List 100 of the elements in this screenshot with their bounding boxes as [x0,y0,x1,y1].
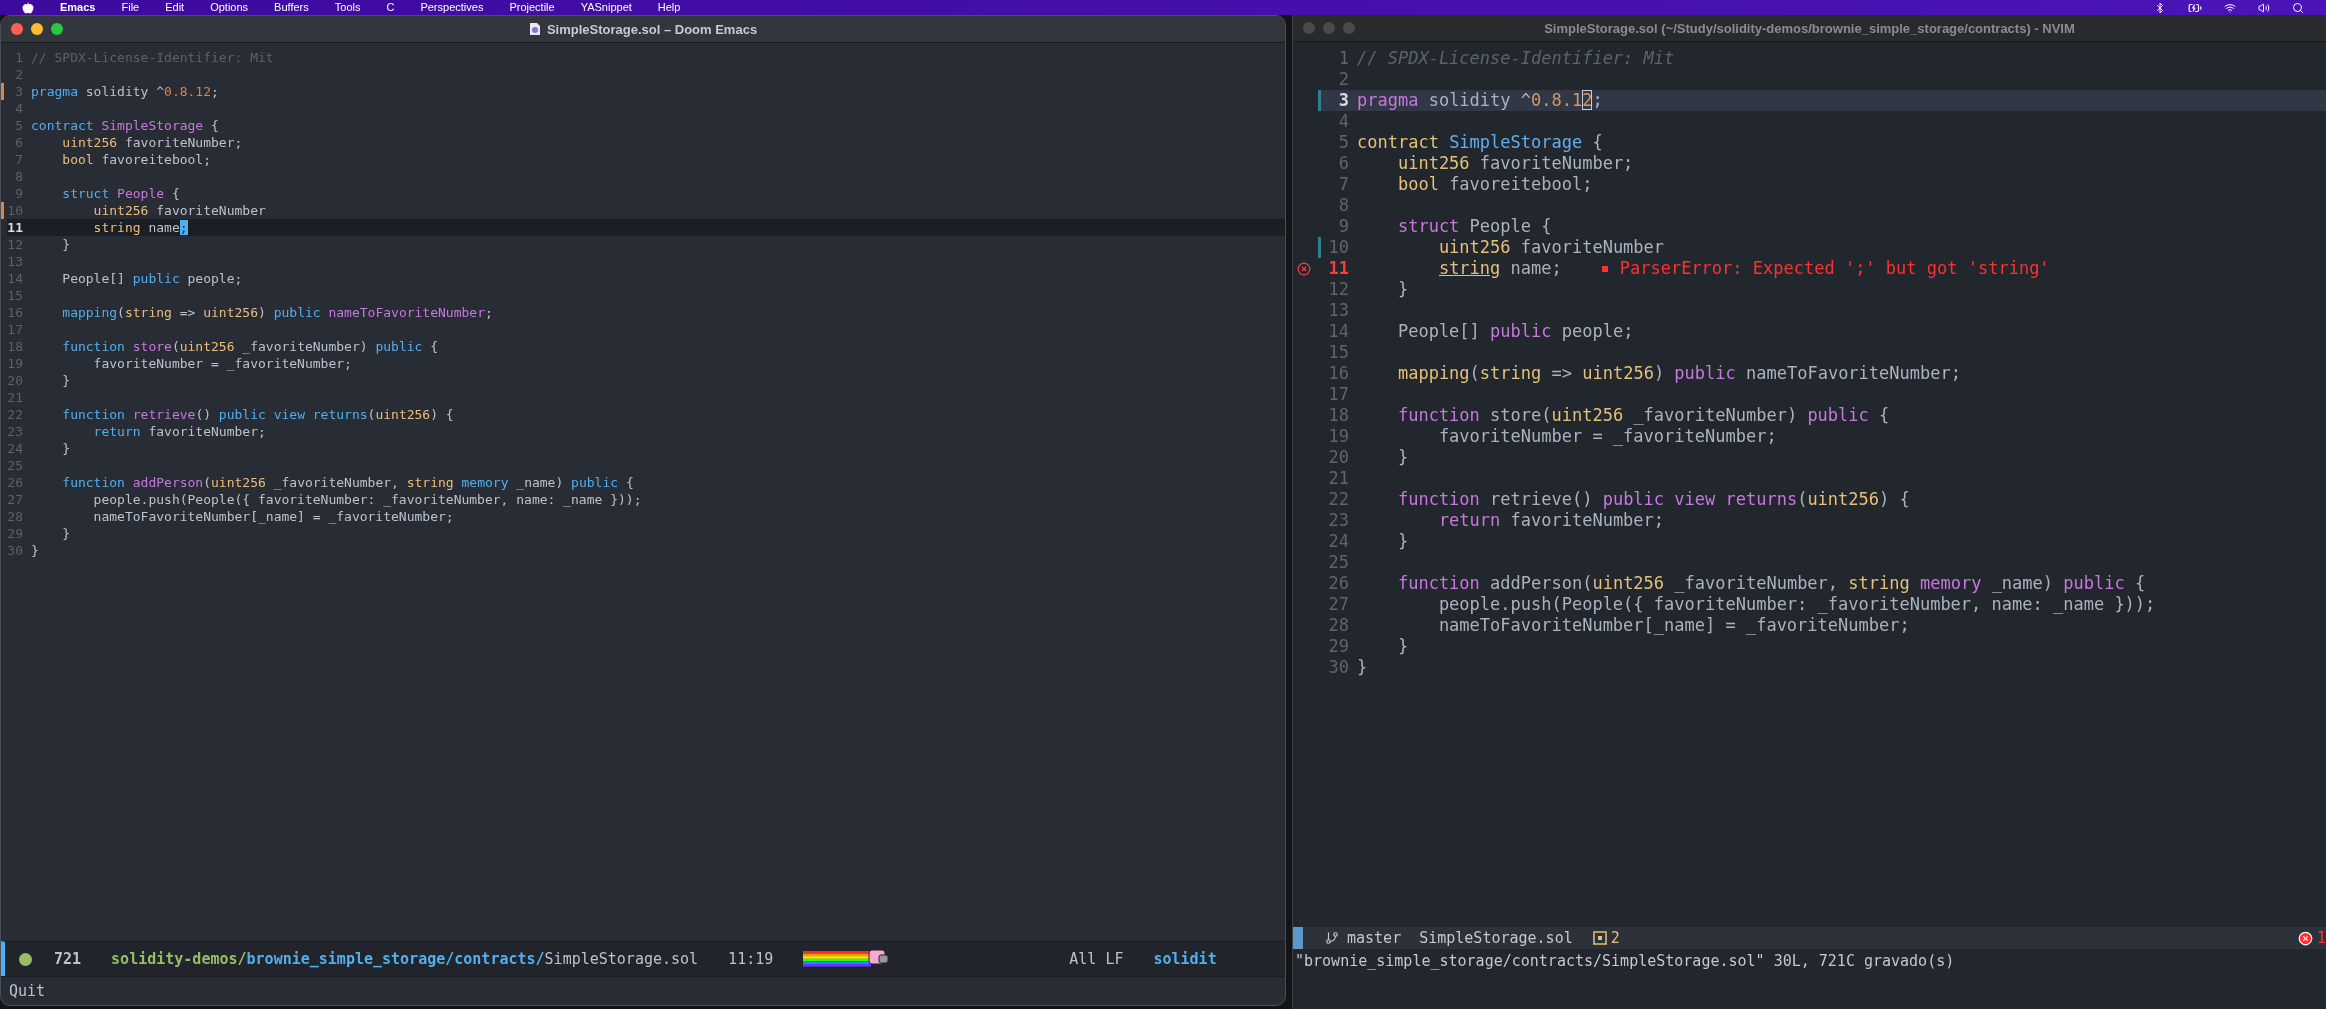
volume-icon[interactable] [2258,1,2270,14]
line-number: 17 [1327,384,1350,405]
error-icon [1297,261,1311,276]
code-line: function store(uint256 _favoriteNumber) public { [61,338,440,355]
line-number: 7 [1337,174,1350,195]
code-line: } [61,440,72,457]
line-number: 10 [1327,237,1350,258]
line-number: 18 [1327,405,1350,426]
code-line: struct People { [61,185,181,202]
code-line: } [1357,657,1369,678]
line-number: 23 [1327,510,1350,531]
code-line: People[] public people; [61,270,244,287]
code-line: function retrieve() public view returns(uint256) { [1396,489,1911,510]
menu-item[interactable]: Options [210,0,249,15]
mode-indicator [1293,927,1303,949]
line-number: 4 [1337,111,1350,132]
command-message: "brownie_simple_storage/contracts/SimpleStorage.sol" 30L, 721C gravado(s) [1295,952,1955,970]
close-button[interactable] [11,23,23,35]
code-line: contract SimpleStorage { [31,117,220,134]
line-number: 8 [1337,195,1350,216]
code-line: people.push(People({ favoriteNumber: _favoriteNumber, name: _name })); [92,491,643,508]
code-line: People[] public people; [1396,321,1635,342]
code-line: mapping(string => uint256) public nameToFavoriteNumber; [61,304,494,321]
line-number: 2 [1337,69,1350,90]
line-number: 6 [1337,153,1350,174]
search-icon[interactable] [2292,1,2304,14]
menu-item[interactable]: Perspectives [420,0,484,15]
code-line: // SPDX-License-Identifier: Mit [1357,48,1676,69]
menu-item[interactable]: Tools [334,0,361,15]
code-line: favoriteNumber = _favoriteNumber; [1437,426,1778,447]
file-path: solidity-demos/brownie_simple_storage/contracts/SimpleStorage.sol [111,950,699,968]
window-title: SimpleStorage.sol (~/Study/solidity-demos/brownie_simple_storage/contracts) - NVIM [1544,20,2075,36]
line-number: 11 [7,219,31,236]
code-line: nameToFavoriteNumber[_name] = _favoriteNumber; [92,508,455,525]
code-line: function store(uint256 _favoriteNumber) public { [1396,405,1891,426]
apple-icon[interactable] [22,1,34,14]
line-number: 9 [1337,216,1350,237]
menu-item[interactable]: C [386,0,395,15]
line-number: 19 [1327,426,1350,447]
modified-marker [1318,90,1321,111]
modified-marker [1,83,4,100]
status-dot-icon [19,952,32,966]
code-line: uint256 favoriteNumber; [61,134,244,151]
code-line: } [1396,279,1410,300]
menu-item[interactable]: Edit [165,0,185,15]
error-marker-icon [1601,265,1608,272]
line-number: 14 [1327,321,1350,342]
line-number: 21 [1327,468,1350,489]
line-number: 25 [1327,552,1350,573]
line-number: 5 [1337,132,1350,153]
code-line: nameToFavoriteNumber[_name] = _favoriteNumber; [1437,615,1911,636]
code-line: uint256 favoriteNumber [1437,237,1666,258]
line-number: 3 [1321,90,1357,111]
code-line: } [31,542,40,559]
code-line: return favoriteNumber; [1437,510,1666,531]
code-line: } [61,236,72,253]
bluetooth-icon[interactable] [2154,1,2166,14]
wifi-icon[interactable] [2224,1,2236,14]
line-number: 26 [1327,573,1350,594]
workspace-name: solidit [1153,950,1217,968]
menu-item[interactable]: YASnippet [580,0,632,15]
code-line: } [1396,447,1410,468]
menu-item[interactable]: File [121,0,140,15]
error-count: 1 [2316,929,2326,947]
line-number: 12 [1327,279,1350,300]
menu-item[interactable]: Projectile [509,0,555,15]
line-number: 13 [1327,300,1350,321]
modified-marker [1318,237,1321,258]
line-number: 24 [1327,531,1350,552]
branch-name: master [1347,929,1402,947]
code-line: people.push(People({ favoriteNumber: _favoriteNumber, name: _name })); [1437,594,2157,615]
minimize-button[interactable] [31,23,43,35]
menu-item[interactable]: Buffers [274,0,309,15]
code-line: } [61,525,72,542]
line-number: 1 [1337,48,1350,69]
buffer-size: 721 [54,950,82,968]
git-branch-icon [1325,931,1339,945]
menu-item[interactable]: Emacs [60,0,96,15]
code-line: function retrieve() public view returns(uint256) { [61,406,455,423]
minibuffer-text: Quit [9,982,46,1000]
code-line: mapping(string => uint256) public nameToFavoriteNumber; [1396,363,1962,384]
code-line: uint256 favoriteNumber [92,202,267,219]
code-line: contract SimpleStorage { [1357,132,1604,153]
file-icon [528,22,541,36]
modified-marker [1,202,4,219]
code-line: struct People { [1396,216,1553,237]
line-number: 22 [1327,489,1350,510]
code-line: bool favoreitebool; [61,151,213,168]
error-message: ParserError: Expected ';' but got 'string' [1619,258,2050,279]
code-line: string name; [1437,258,1562,279]
line-number: 20 [1327,447,1350,468]
line-number: 11 [1327,258,1350,279]
line-number: 30 [1327,657,1350,678]
code-line: favoriteNumber = _favoriteNumber; [92,355,353,372]
line-number: 29 [1327,636,1350,657]
line-number: 27 [1327,594,1350,615]
code-line: bool favoreitebool; [1396,174,1594,195]
code-line: function addPerson(uint256 _favoriteNumber, string memory _name) public { [1396,573,2147,594]
zoom-button[interactable] [51,23,63,35]
menu-item[interactable]: Help [657,0,681,15]
